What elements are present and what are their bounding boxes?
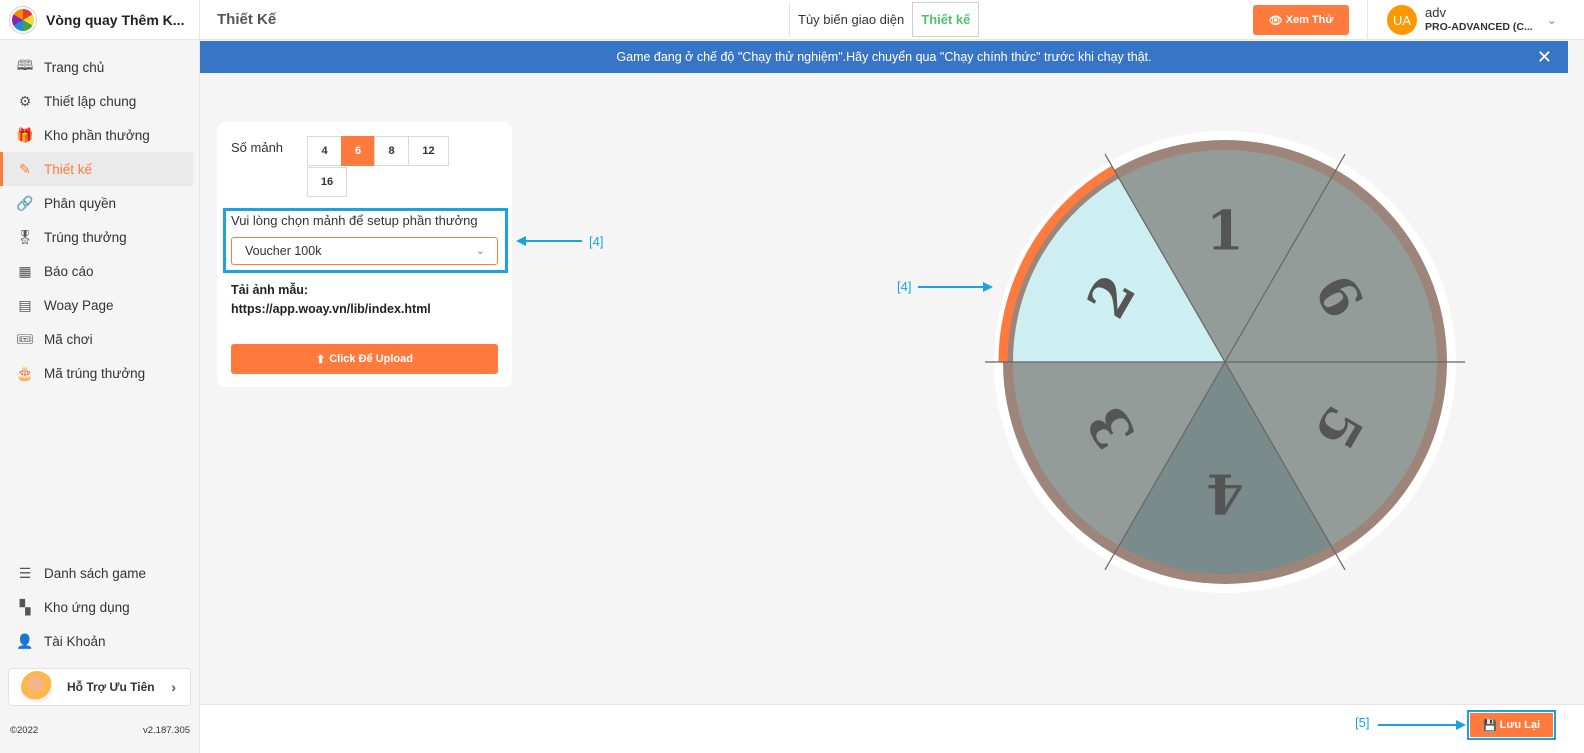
eye-icon: 👁 xyxy=(1268,14,1283,27)
segments-label: Số mảnh xyxy=(231,140,284,155)
wheel-settings-panel: Số mảnh 4 6 8 12 16 Vui lòng chọn mảnh đ… xyxy=(217,122,512,387)
save-icon: 💾 xyxy=(1482,719,1497,732)
sidebar-item-label: Thiết lập chung xyxy=(44,93,137,109)
sidebar-item-label: Trúng thưởng xyxy=(44,229,127,245)
save-label: Lưu Lại xyxy=(1499,719,1541,731)
sidebar-item-label: Mã trúng thưởng xyxy=(44,365,146,381)
cake-icon: 🎂 xyxy=(16,364,34,381)
banner-text: Game đang ở chế độ "Chạy thử nghiệm".Hãy… xyxy=(616,50,1152,64)
wheel-segment-label: 1 xyxy=(1206,199,1244,263)
user-icon: 👤 xyxy=(16,632,34,649)
sidebar-item-grid[interactable]: ▦ Báo cáo xyxy=(0,254,199,288)
design-tabs: Tùy biến giao diện Thiết kế xyxy=(789,2,980,37)
segment-option-4[interactable]: 4 xyxy=(307,136,342,166)
sidebar-item-cake[interactable]: 🎂 Mã trúng thưởng xyxy=(0,356,199,390)
sidebar-item-label: Kho phần thưởng xyxy=(44,127,150,143)
arrow-right-icon xyxy=(1456,720,1466,730)
user-name: adv xyxy=(1425,5,1446,20)
annotation-marker: [4] xyxy=(589,234,604,249)
sidebar-item-ticket[interactable]: 🎟 Mã chơi xyxy=(0,322,199,356)
close-icon[interactable]: ✕ xyxy=(1537,47,1552,68)
upload-button[interactable]: ⬆ Click Để Upload xyxy=(231,344,498,374)
sidebar-item-gift[interactable]: 🎁 Kho phần thưởng xyxy=(0,118,199,152)
sample-image-url[interactable]: https://app.woay.vn/lib/index.html xyxy=(231,302,431,316)
user-plan: PRO-ADVANCED (C... xyxy=(1425,21,1533,33)
segment-option-16[interactable]: 16 xyxy=(307,167,347,197)
link-icon: 🔗 xyxy=(16,194,34,211)
preview-label: Xem Thử xyxy=(1285,14,1334,26)
sidebar-item-layout[interactable]: ▤ Woay Page xyxy=(0,288,199,322)
reward-select[interactable]: Voucher 100k ⌄ xyxy=(231,237,498,265)
layout-icon: ▤ xyxy=(18,296,32,313)
annotation-line xyxy=(1378,724,1458,726)
apps-icon: ▚ xyxy=(19,598,31,615)
menu-icon: ☰ xyxy=(18,564,32,581)
bottom-action-bar xyxy=(200,704,1584,753)
sample-image-title: Tải ảnh mẫu: xyxy=(231,283,309,297)
book-open-icon: 🕮 xyxy=(16,57,34,73)
wheel-segment-label: 4 xyxy=(1206,461,1244,525)
sidebar: Vòng quay Thêm K... 🕮 Trang chủ ⚙ Thiết lập… xyxy=(0,0,200,753)
save-button[interactable]: 💾 Lưu Lại xyxy=(1470,713,1553,737)
sidebar-item-label: Báo cáo xyxy=(44,263,94,279)
reward-select-value: Voucher 100k xyxy=(245,244,322,258)
ticket-icon: 🎟 xyxy=(16,330,34,347)
app-version: v2.187.305 xyxy=(143,725,191,736)
sidebar-item-label: Phân quyền xyxy=(44,195,117,211)
tab-design[interactable]: Thiết kế xyxy=(912,2,980,37)
upload-icon: ⬆ xyxy=(316,353,326,366)
sidebar-item-label: Danh sách game xyxy=(44,565,147,581)
annotation-marker: [5] xyxy=(1355,715,1370,730)
segment-option-12[interactable]: 12 xyxy=(408,136,449,166)
sidebar-item-gear[interactable]: ⚙ Thiết lập chung xyxy=(0,84,199,118)
top-header: Thiết Kế Tùy biến giao diện Thiết kế 👁 X… xyxy=(200,0,1584,40)
support-label: Hỗ Trợ Ưu Tiên xyxy=(67,680,155,694)
spin-wheel: 123456 xyxy=(985,131,1465,593)
sidebar-item-label: Thiết kế xyxy=(44,161,93,177)
award-icon: 🎖 xyxy=(16,228,34,245)
preview-button[interactable]: 👁 Xem Thử xyxy=(1253,5,1349,35)
app-logo-icon xyxy=(10,6,36,33)
copyright: ©2022 xyxy=(10,725,39,736)
avatar: UA xyxy=(1387,5,1417,35)
sidebar-item-award[interactable]: 🎖 Trúng thưởng xyxy=(0,220,199,254)
select-segment-label: Vui lòng chọn mảnh để setup phần thưởng xyxy=(231,213,478,228)
sidebar-item-label: Mã chơi xyxy=(44,331,93,347)
edit-icon: ✎ xyxy=(19,160,31,177)
segment-option-8[interactable]: 8 xyxy=(374,136,409,166)
spin-wheel-preview: 123456 xyxy=(975,120,1475,620)
sidebar-item-label: Woay Page xyxy=(44,297,114,313)
tab-customize-ui[interactable]: Tùy biến giao diện xyxy=(790,2,912,37)
gear-icon: ⚙ xyxy=(18,92,32,109)
annotation-marker: [4] xyxy=(897,279,912,294)
sidebar-bottom-nav: ☰ Danh sách game ▚ Kho ứng dụng 👤 Tài Khoản xyxy=(0,556,200,658)
sidebar-item-label: Tài Khoản xyxy=(44,633,106,649)
app-title: Vòng quay Thêm K... xyxy=(46,11,185,28)
user-menu[interactable]: UA adv PRO-ADVANCED (C... ⌄ xyxy=(1367,0,1584,40)
sidebar-item-apps[interactable]: ▚ Kho ứng dụng xyxy=(0,590,200,624)
chevron-down-icon: ⌄ xyxy=(475,245,485,257)
save-highlight-box: 💾 Lưu Lại xyxy=(1467,710,1556,740)
page-title: Thiết Kế xyxy=(217,11,277,28)
test-mode-banner: Game đang ở chế độ "Chạy thử nghiệm".Hãy… xyxy=(200,41,1568,73)
segment-option-6[interactable]: 6 xyxy=(341,136,375,166)
sidebar-item-user[interactable]: 👤 Tài Khoản xyxy=(0,624,200,658)
brand[interactable]: Vòng quay Thêm K... xyxy=(0,0,199,40)
upload-label: Click Để Upload xyxy=(329,353,413,365)
sidebar-item-label: Kho ứng dụng xyxy=(44,599,130,615)
priority-support-card[interactable]: Hỗ Trợ Ưu Tiên › xyxy=(8,668,191,706)
gift-icon: 🎁 xyxy=(16,126,34,143)
sidebar-item-edit[interactable]: ✎ Thiết kế xyxy=(0,152,193,186)
sidebar-item-book-open[interactable]: 🕮 Trang chủ xyxy=(0,50,199,84)
sidebar-nav: 🕮 Trang chủ ⚙ Thiết lập chung 🎁 Kho phần thưở… xyxy=(0,40,199,390)
sidebar-item-menu[interactable]: ☰ Danh sách game xyxy=(0,556,200,590)
chevron-down-icon: ⌄ xyxy=(1546,13,1557,27)
sidebar-item-link[interactable]: 🔗 Phân quyền xyxy=(0,186,199,220)
annotation-line xyxy=(524,240,582,242)
sidebar-item-label: Trang chủ xyxy=(44,59,105,75)
chevron-right-icon: › xyxy=(171,679,176,695)
grid-icon: ▦ xyxy=(18,262,32,279)
support-avatar xyxy=(21,671,53,703)
